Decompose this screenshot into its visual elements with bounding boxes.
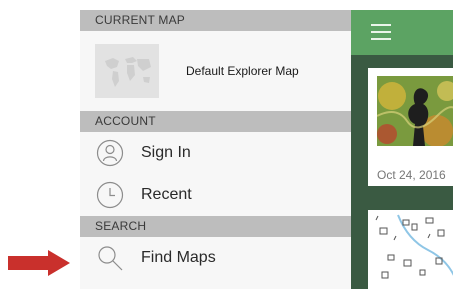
annotation-arrow <box>8 250 70 276</box>
search-header: SEARCH <box>80 216 351 237</box>
sign-in-item[interactable]: Sign In <box>80 132 351 174</box>
find-maps-label: Find Maps <box>141 249 216 266</box>
map-card[interactable]: Oct 24, 2016 <box>368 68 453 186</box>
hamburger-menu-icon[interactable] <box>371 24 391 40</box>
app-window: CURRENT MAP Default Explorer Map ACCOUNT <box>80 10 453 289</box>
side-drawer: CURRENT MAP Default Explorer Map ACCOUNT <box>80 10 352 289</box>
map-card-thumbnail <box>377 76 453 146</box>
find-maps-item[interactable]: Find Maps <box>80 237 351 279</box>
current-map-row[interactable]: Default Explorer Map <box>80 31 351 111</box>
app-toolbar <box>351 10 453 55</box>
user-icon <box>95 138 125 168</box>
map-card[interactable] <box>368 210 453 289</box>
search-icon <box>95 243 125 273</box>
map-gallery: Oct 24, 2016 <box>351 10 453 289</box>
account-header: ACCOUNT <box>80 111 351 132</box>
map-card-thumbnail <box>368 210 453 289</box>
current-map-header: CURRENT MAP <box>80 10 351 31</box>
map-card-date: Oct 24, 2016 <box>377 168 446 182</box>
current-map-title: Default Explorer Map <box>186 64 299 78</box>
clock-icon <box>95 180 125 210</box>
sign-in-label: Sign In <box>141 144 191 161</box>
recent-label: Recent <box>141 186 192 203</box>
recent-item[interactable]: Recent <box>80 174 351 216</box>
world-map-icon <box>95 44 159 98</box>
